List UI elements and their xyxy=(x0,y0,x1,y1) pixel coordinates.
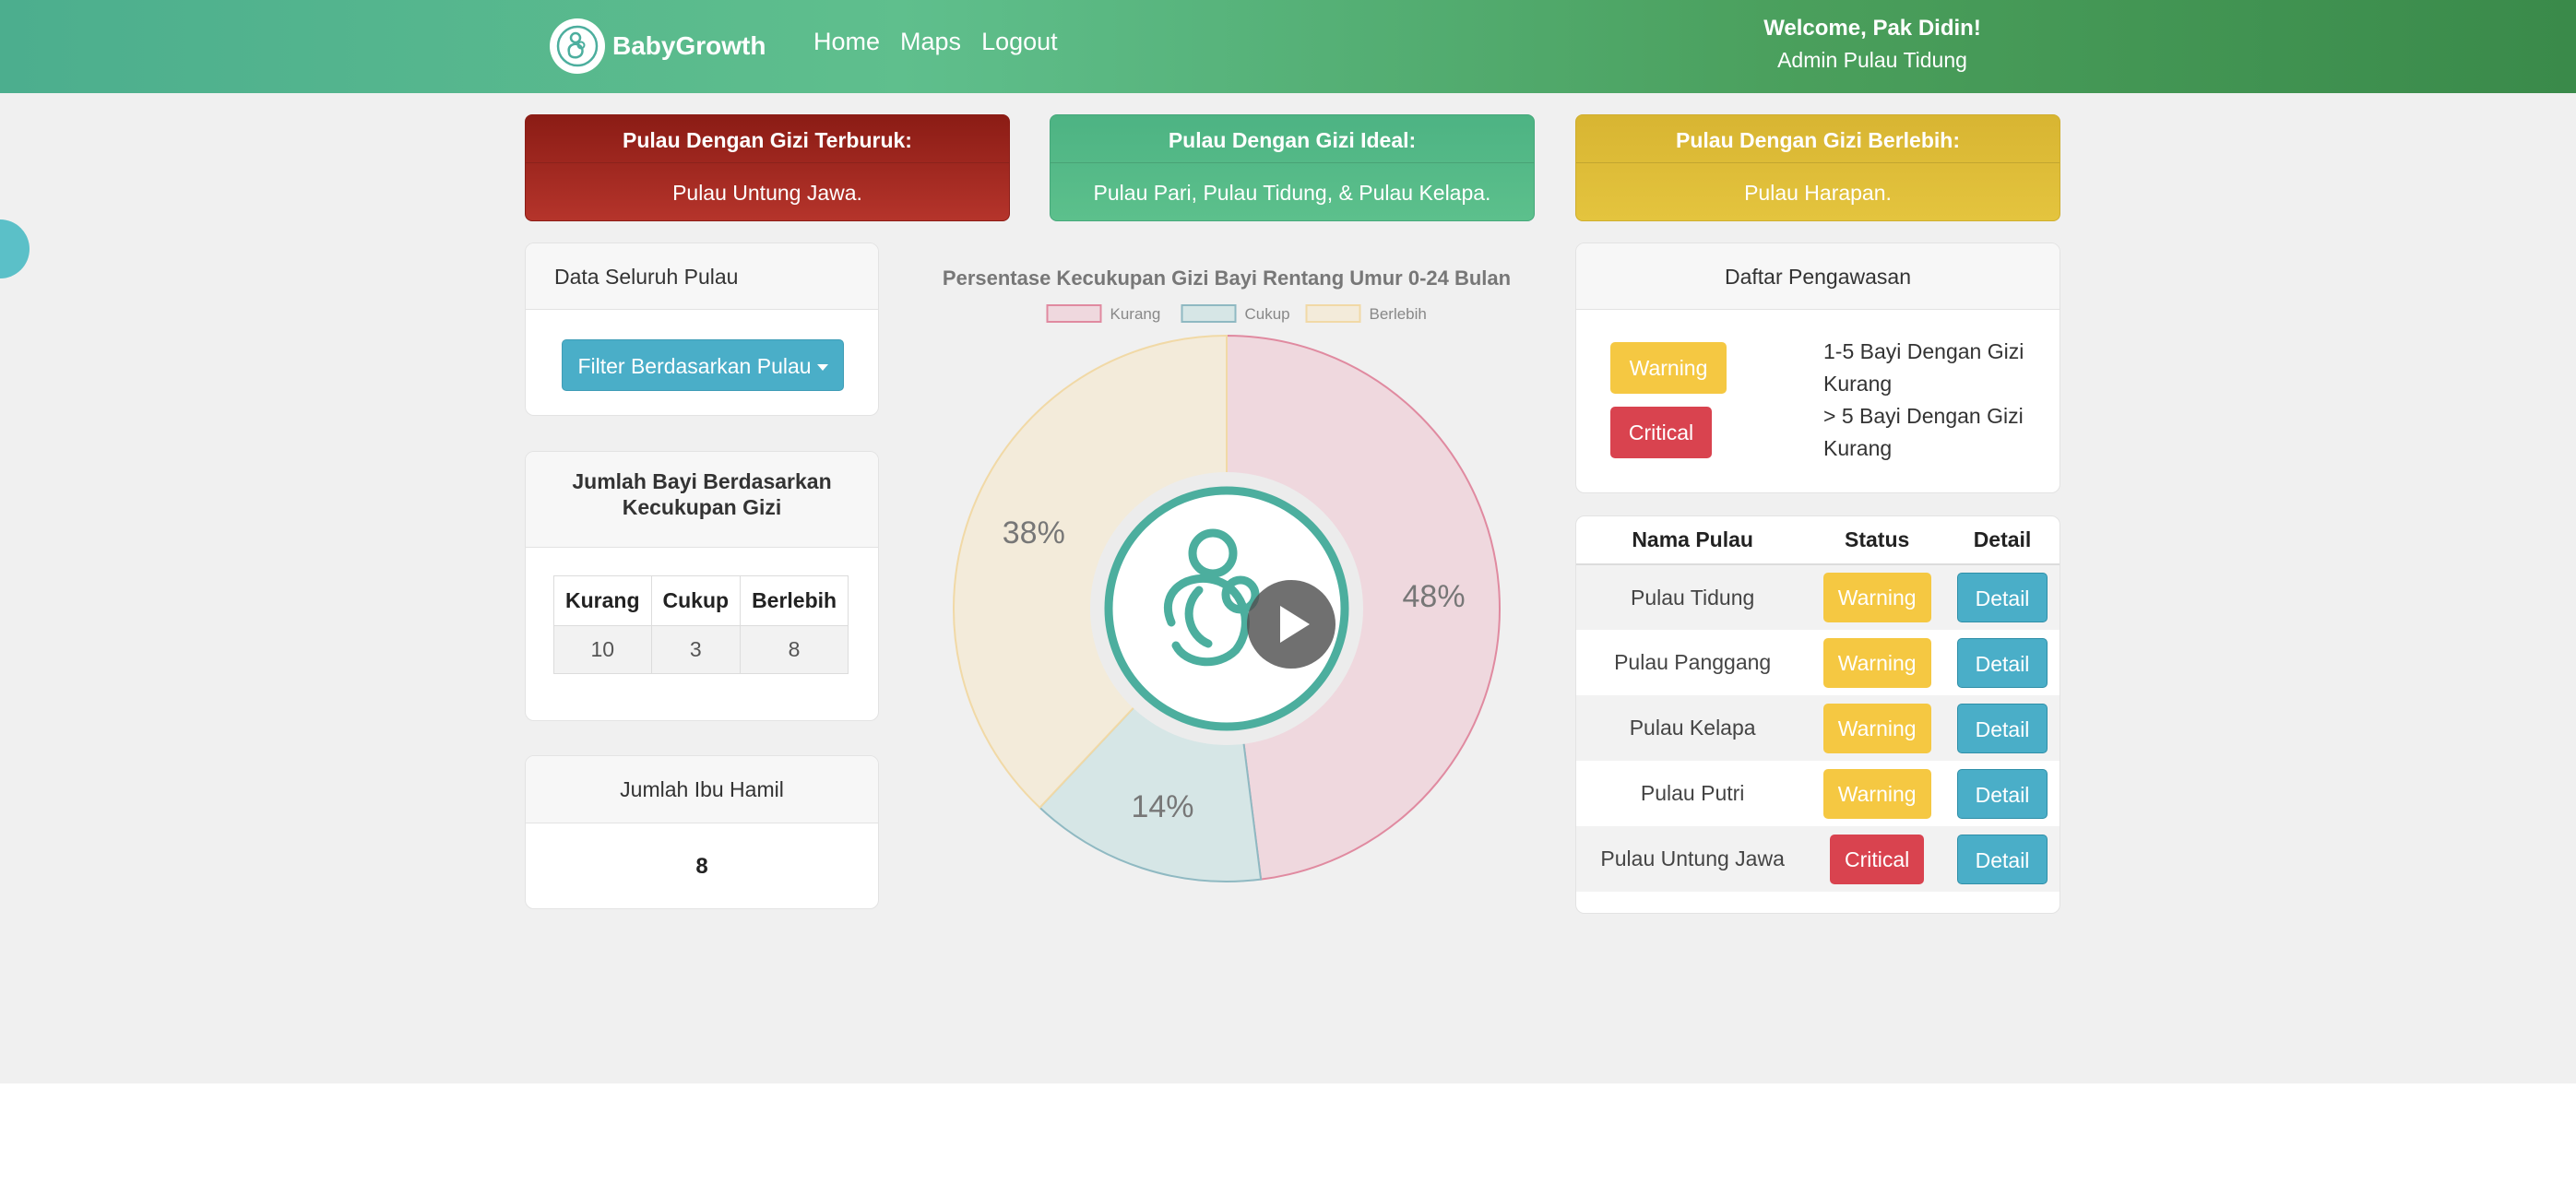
table-row: Pulau Panggang Warning Detail xyxy=(1576,630,2060,695)
alert-excess-title: Pulau Dengan Gizi Berlebih: xyxy=(1576,115,2060,163)
nav-maps-link[interactable]: Maps xyxy=(900,28,961,56)
detail-button[interactable]: Detail xyxy=(1957,834,2048,884)
nutrition-chart: Persentase Kecukupan Gizi Bayi Rentang U… xyxy=(922,258,1531,904)
baby-logo-icon xyxy=(550,18,605,74)
critical-description: > 5 Bayi Dengan Gizi Kurang xyxy=(1823,404,2024,460)
alert-excess-text: Pulau Harapan. xyxy=(1744,181,1892,205)
slice-label-kurang: 48% xyxy=(1403,579,1466,614)
brand[interactable]: BabyGrowth xyxy=(550,18,766,74)
chart-title: Persentase Kecukupan Gizi Bayi Rentang U… xyxy=(943,266,1511,290)
pregnant-mothers-card: Jumlah Ibu Hamil 8 xyxy=(525,755,879,909)
brand-name: BabyGrowth xyxy=(612,31,766,60)
nav-home-link[interactable]: Home xyxy=(813,28,880,56)
header-island-name: Nama Pulau xyxy=(1576,516,1810,565)
island-name: Pulau Untung Jawa xyxy=(1576,826,1810,892)
table-row: Pulau Putri Warning Detail xyxy=(1576,761,2060,826)
baby-count-title: Jumlah Bayi Berdasarkan Kecukupan Gizi xyxy=(526,452,878,548)
table-row: Pulau Untung Jawa Critical Detail xyxy=(1576,826,2060,892)
chart-legend: Kurang Cukup Berlebih xyxy=(1046,304,1427,323)
nav-links: Home Maps Logout xyxy=(813,28,1078,56)
island-name: Pulau Kelapa xyxy=(1576,695,1810,761)
island-status-table: Nama Pulau Status Detail Pulau Tidung Wa… xyxy=(1576,516,2060,892)
user-info: Welcome, Pak Didin! Admin Pulau Tidung xyxy=(1752,13,1992,76)
watchlist-card: Daftar Pengawasan Warning Critical 1-5 B… xyxy=(1575,243,2060,493)
alert-ideal-text: Pulau Pari, Pulau Tidung, & Pulau Kelapa… xyxy=(1093,181,1491,205)
status-badge: Warning xyxy=(1822,703,1931,753)
header-detail: Detail xyxy=(1945,516,2060,565)
alert-worst-nutrition: Pulau Dengan Gizi Terburuk: Pulau Untung… xyxy=(525,114,1010,221)
header-status: Status xyxy=(1809,516,1946,565)
table-row: Pulau Tidung Warning Detail xyxy=(1576,564,2060,630)
slice-label-cukup: 14% xyxy=(1131,789,1193,824)
legend-label-kurang: Kurang xyxy=(1110,305,1161,323)
alert-ideal-nutrition: Pulau Dengan Gizi Ideal: Pulau Pari, Pul… xyxy=(1050,114,1535,221)
baby-count-card: Jumlah Bayi Berdasarkan Kecukupan Gizi K… xyxy=(525,451,879,721)
slice-label-berlebih: 38% xyxy=(1003,515,1065,551)
watchlist-title: Daftar Pengawasan xyxy=(1576,243,2060,310)
alert-ideal-title: Pulau Dengan Gizi Ideal: xyxy=(1051,115,1534,163)
legend-swatch-cukup[interactable] xyxy=(1181,304,1237,323)
status-badge: Warning xyxy=(1822,637,1931,688)
legend-swatch-berlebih[interactable] xyxy=(1305,304,1361,323)
detail-button[interactable]: Detail xyxy=(1957,637,2048,688)
data-card: Data Seluruh Pulau Filter Berdasarkan Pu… xyxy=(525,243,879,416)
detail-button[interactable]: Detail xyxy=(1957,703,2048,753)
data-card-title: Data Seluruh Pulau xyxy=(526,243,878,310)
island-name: Pulau Putri xyxy=(1640,781,1745,805)
header-cukup: Cukup xyxy=(650,575,742,626)
detail-button[interactable]: Detail xyxy=(1957,768,2048,819)
welcome-text: Welcome, Pak Didin! xyxy=(1763,16,1981,41)
alert-worst-title: Pulau Dengan Gizi Terburuk: xyxy=(526,115,1009,163)
warning-description: 1-5 Bayi Dengan Gizi Kurang xyxy=(1823,339,2024,396)
user-role: Admin Pulau Tidung xyxy=(1777,48,1967,72)
nav-logout-link[interactable]: Logout xyxy=(981,28,1058,56)
nutrition-pie-chart: Persentase Kecukupan Gizi Bayi Rentang U… xyxy=(943,266,1511,882)
pregnant-mothers-title: Jumlah Ibu Hamil xyxy=(526,756,878,823)
caret-down-icon xyxy=(816,364,828,372)
header-berlebih: Berlebih xyxy=(740,575,849,626)
island-name: Pulau Panggang xyxy=(1614,650,1772,674)
legend-label-berlebih: Berlebih xyxy=(1370,305,1427,323)
pregnant-mothers-value: 8 xyxy=(695,854,708,879)
navbar: BabyGrowth Home Maps Logout Welcome, Pak… xyxy=(0,0,2576,93)
value-berlebih: 8 xyxy=(740,625,849,674)
legend-label-cukup: Cukup xyxy=(1245,305,1290,323)
detail-button[interactable]: Detail xyxy=(1957,573,2048,622)
legend-swatch-kurang[interactable] xyxy=(1046,304,1102,323)
header-kurang: Kurang xyxy=(553,575,652,626)
baby-count-table: Kurang Cukup Berlebih 10 3 8 xyxy=(553,575,849,674)
value-kurang: 10 xyxy=(553,625,652,674)
table-row: Pulau Kelapa Warning Detail xyxy=(1576,695,2060,761)
filter-label: Filter Berdasarkan Pulau xyxy=(577,354,812,378)
island-status-card: Nama Pulau Status Detail Pulau Tidung Wa… xyxy=(1575,515,2060,914)
status-badge: Warning xyxy=(1822,573,1931,622)
status-badge: Warning xyxy=(1822,768,1931,819)
status-badge: Critical xyxy=(1830,834,1925,884)
center-logo xyxy=(1090,472,1363,745)
filter-island-button[interactable]: Filter Berdasarkan Pulau xyxy=(562,339,844,391)
alert-worst-text: Pulau Untung Jawa. xyxy=(672,181,862,205)
alert-excess-nutrition: Pulau Dengan Gizi Berlebih: Pulau Harapa… xyxy=(1575,114,2060,221)
critical-badge: Critical xyxy=(1610,407,1712,458)
value-cukup: 3 xyxy=(650,625,742,674)
island-name: Pulau Tidung xyxy=(1576,564,1810,630)
warning-badge: Warning xyxy=(1610,342,1727,394)
